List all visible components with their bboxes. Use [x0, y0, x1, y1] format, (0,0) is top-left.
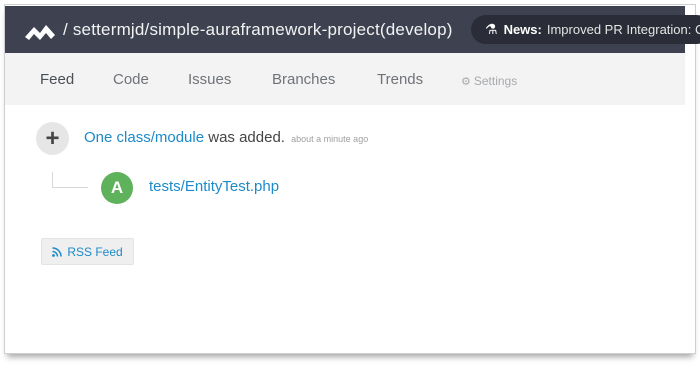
event-text: was added. [208, 129, 285, 146]
rss-label: RSS Feed [67, 244, 123, 259]
news-text: Improved PR Integration: Co [546, 22, 700, 37]
repo-nav: Feed Code Issues Branches Trends ⚙ Settin… [5, 53, 685, 105]
event-timestamp: about a minute ago [291, 134, 369, 144]
tab-trends[interactable]: Trends [377, 71, 423, 88]
news-banner[interactable]: ⚗ News: Improved PR Integration: Co [471, 15, 700, 44]
rss-feed-button[interactable]: RSS Feed [41, 238, 134, 265]
news-label: News: [503, 22, 542, 37]
tree-connector [52, 172, 53, 188]
tab-settings[interactable]: ⚙ Settings [461, 74, 517, 88]
feed-panel: + One class/module was added. about a mi… [20, 105, 685, 345]
settings-label: Settings [473, 74, 518, 88]
tree-connector-horizontal [52, 187, 88, 188]
file-link[interactable]: tests/EntityTest.php [149, 178, 279, 195]
gear-icon: ⚙ [461, 76, 471, 88]
feed-event: One class/module was added. about a minu… [84, 129, 368, 146]
added-badge: A [101, 172, 133, 204]
tab-feed[interactable]: Feed [40, 71, 74, 88]
event-link[interactable]: One class/module [84, 129, 204, 146]
tab-branches[interactable]: Branches [272, 71, 335, 88]
plus-icon: + [36, 122, 69, 155]
lab-flask-icon: ⚗ [485, 21, 498, 37]
rss-icon [52, 246, 63, 257]
tab-issues[interactable]: Issues [188, 71, 231, 88]
top-bar: / settermjd/simple-auraframework-project… [5, 6, 700, 53]
codeclimate-logo-icon[interactable] [25, 19, 55, 41]
repo-path[interactable]: / settermjd/simple-auraframework-project… [63, 20, 453, 40]
tab-code[interactable]: Code [113, 71, 149, 88]
